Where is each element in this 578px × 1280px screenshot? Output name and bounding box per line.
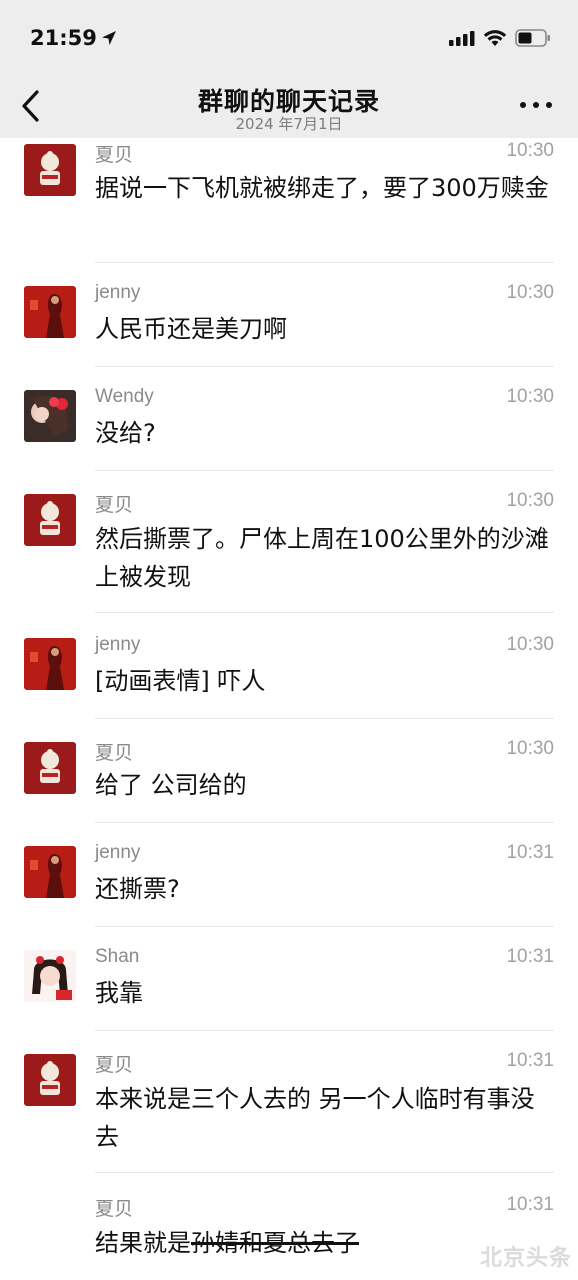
watermark: 北京头条 (479, 1246, 572, 1271)
doll-avatar[interactable] (24, 742, 76, 794)
divider (95, 926, 554, 927)
message-text: 还撕票? (95, 875, 180, 903)
message-time: 10:30 (506, 282, 554, 303)
message-text: 我靠 (95, 979, 143, 1007)
message-text: 人民币还是美刀啊 (95, 315, 287, 343)
sender-name: 夏贝 (95, 743, 134, 764)
divider (95, 470, 554, 471)
message-text: 给了 公司给的 (95, 771, 247, 799)
message-time: 10:30 (506, 140, 554, 161)
sender-name: Shan (95, 946, 140, 967)
status-bar: 21:59 (0, 0, 578, 80)
doll-avatar[interactable] (24, 1054, 76, 1106)
doll-avatar[interactable] (24, 144, 76, 196)
sender-name: jenny (95, 842, 141, 863)
battery-icon (515, 29, 550, 47)
sender-name: jenny (95, 282, 141, 303)
message-time: 10:30 (506, 386, 554, 407)
message-text: 然后撕票了。尸体上周在100公里外的沙滩上被发现 (95, 525, 549, 591)
divider (95, 822, 554, 823)
wifi-icon (483, 30, 507, 46)
divider (95, 262, 554, 263)
message-time: 10:31 (506, 946, 554, 967)
divider (95, 366, 554, 367)
sender-name: jenny (95, 634, 141, 655)
divider (95, 1030, 554, 1031)
message-text: [动画表情] 吓人 (95, 667, 266, 695)
message-text-plain: 结果就是 (95, 1229, 191, 1257)
message-text: 据说一下飞机就被绑走了，要了300万赎金 (95, 174, 549, 202)
red-woman-avatar[interactable] (24, 286, 76, 338)
cellular-signal-icon (449, 31, 475, 46)
divider (95, 612, 554, 613)
doll-avatar[interactable] (24, 494, 76, 546)
status-time: 21:59 (30, 26, 97, 50)
message-time: 10:30 (506, 634, 554, 655)
message-text: 没给? (95, 419, 156, 447)
sender-name: 夏贝 (95, 145, 134, 166)
message-time: 10:30 (506, 738, 554, 759)
divider (95, 1172, 554, 1173)
chat-header: 群聊的聊天记录 2024 年7月1日 (0, 80, 578, 138)
divider (95, 718, 554, 719)
cartoon-girl-avatar[interactable] (24, 950, 76, 1002)
message-time: 10:31 (506, 842, 554, 863)
location-arrow-icon (102, 31, 116, 45)
red-woman-avatar[interactable] (24, 846, 76, 898)
message-time: 10:31 (506, 1194, 554, 1215)
sender-name: 夏贝 (95, 1055, 134, 1076)
sender-name: 夏贝 (95, 495, 134, 516)
sender-name: 夏贝 (95, 1199, 134, 1220)
more-options-icon[interactable] (518, 98, 554, 112)
sender-name: Wendy (95, 386, 154, 407)
message-text: 本来说是三个人去的 另一个人临时有事没去 (95, 1085, 535, 1151)
wendy-photo-avatar[interactable] (24, 390, 76, 442)
message-time: 10:30 (506, 490, 554, 511)
red-woman-avatar[interactable] (24, 638, 76, 690)
record-date: 2024 年7月1日 (235, 115, 343, 133)
message-text-struck: 孙婧和夏总去了 (191, 1229, 359, 1257)
chat-record-list[interactable]: 夏贝 10:30 据说一下飞机就被绑走了，要了300万赎金 jenny 10:3… (0, 138, 578, 1280)
message-time: 10:31 (506, 1050, 554, 1071)
